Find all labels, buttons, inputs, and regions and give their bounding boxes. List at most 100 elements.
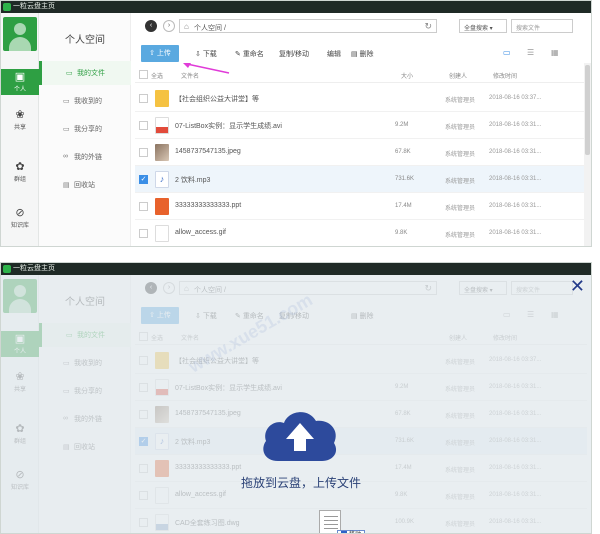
grid-view-icon[interactable]: ▦	[551, 48, 559, 57]
rail-item-knowledge[interactable]: ⊘ 知识库	[1, 205, 39, 231]
address-bar[interactable]: ⌂ 个人空间 / ↻	[179, 19, 437, 33]
list-view-icon[interactable]: ☰	[527, 48, 534, 57]
copy-move-label: 复制/移动	[279, 51, 309, 58]
monitor-icon[interactable]: ▭	[503, 48, 511, 57]
scrollbar[interactable]	[584, 63, 591, 246]
inbox-icon: ▭	[63, 98, 70, 105]
rail-label: 知识库	[10, 223, 29, 229]
table-row[interactable]: 07-ListBox实例：显示学生成绩.avi 9.2M 系统管理员 2018-08-…	[135, 112, 587, 139]
rail-label: 个人	[13, 87, 26, 93]
file-modified-time: 2018-08-16 03:31...	[489, 122, 542, 128]
delete-button[interactable]: ▤ 删除	[351, 49, 374, 59]
close-icon[interactable]: ✕	[570, 277, 585, 295]
image-file-icon	[155, 144, 169, 161]
sidebar-title: 个人空间	[65, 35, 105, 46]
sidebar-item-shared[interactable]: ▭ 我分享的	[39, 117, 131, 141]
row-checkbox[interactable]: ✓	[139, 175, 148, 184]
header-owner[interactable]: 创建人	[449, 71, 467, 80]
rename-button[interactable]: ✎ 重命名	[235, 49, 264, 59]
refresh-icon[interactable]: ↻	[424, 21, 432, 32]
table-row[interactable]: 33333333333333.ppt 17.4M 系统管理员 2018-08-16 0…	[135, 193, 587, 220]
rail-label: 群组	[13, 177, 26, 183]
edit-button[interactable]: 编辑	[327, 49, 341, 59]
search-input[interactable]: 搜索文件	[511, 19, 573, 33]
file-name[interactable]: 2 饮料.mp3	[175, 175, 210, 185]
share-out-icon: ▭	[63, 126, 70, 133]
rail-item-share[interactable]: ❀ 共享	[1, 107, 39, 133]
group-icon: ✿	[15, 161, 25, 173]
rail-item-group[interactable]: ✿ 群组	[1, 159, 39, 185]
file-owner: 系统管理员	[445, 152, 476, 158]
file-size: 9.2M	[395, 122, 409, 128]
search-scope-select[interactable]: 全盘搜索 ▾	[459, 19, 507, 33]
scrollbar-thumb[interactable]	[585, 65, 590, 155]
move-cursor-tag: 移动	[337, 530, 366, 533]
avatar[interactable]	[3, 17, 37, 51]
link-icon: ∞	[63, 153, 68, 160]
upload-label: 上传	[156, 50, 171, 57]
upload-button[interactable]: ⇧ 上传	[141, 45, 179, 62]
toolbar: ‹ › ⌂ 个人空间 / ↻ 全盘搜索 ▾ 搜索文件	[141, 18, 587, 34]
trash-icon: ▤	[63, 182, 70, 189]
cloud-upload-icon	[263, 412, 337, 461]
ppt-file-icon	[155, 198, 169, 215]
share-icon: ❀	[15, 109, 25, 121]
select-all-checkbox[interactable]	[139, 70, 148, 79]
gif-file-icon	[155, 225, 169, 242]
left-rail: ▣ 个人 ❀ 共享 ✿ 群组 ⊘ 知识库	[1, 13, 39, 246]
sidebar-item-received[interactable]: ▭ 我收到的	[39, 89, 131, 113]
back-button[interactable]: ‹	[145, 20, 157, 32]
sidebar-item-label: 我收到的	[74, 98, 102, 105]
header-select-all[interactable]: 全选	[151, 71, 163, 80]
home-icon: ⌂	[184, 22, 189, 31]
sidebar-item-label: 我分享的	[74, 126, 102, 133]
folder-icon: ▭	[66, 70, 73, 77]
sidebar-item-label: 我的文件	[77, 70, 105, 77]
file-owner: 系统管理员	[445, 125, 476, 131]
app-logo-icon	[3, 3, 11, 11]
file-name[interactable]: 07-ListBox实例：显示学生成绩.avi	[175, 121, 282, 131]
rail-label: 共享	[13, 125, 26, 131]
person-icon: ▣	[14, 71, 26, 83]
row-checkbox[interactable]	[139, 202, 148, 211]
rail-item-personal[interactable]: ▣ 个人	[1, 69, 39, 95]
table-row[interactable]: 1458737547135.jpeg 67.8K 系统管理员 2018-08-16 0…	[135, 139, 587, 166]
file-modified-time: 2018-08-16 03:31...	[489, 149, 542, 155]
sidebar-item-my-files[interactable]: ▭ 我的文件	[39, 61, 131, 85]
header-time[interactable]: 修改时间	[493, 71, 517, 80]
row-checkbox[interactable]	[139, 94, 148, 103]
file-name[interactable]: allow_access.gif	[175, 229, 226, 236]
title-bar: 一粒云盘主页	[1, 263, 591, 275]
row-checkbox[interactable]	[139, 148, 148, 157]
file-size: 67.8K	[395, 149, 411, 155]
file-size: 9.8K	[395, 230, 408, 236]
file-size: 731.6K	[395, 176, 415, 182]
drop-hint-text: 拖放到云盘，上传文件	[240, 476, 361, 490]
download-button[interactable]: ⇩ 下载	[195, 49, 217, 59]
sidebar-item-links[interactable]: ∞ 我的外链	[39, 145, 131, 169]
table-row[interactable]: ✓ ♪ 2 饮料.mp3 731.6K 系统管理员 2018-08-16 03:31...	[135, 166, 587, 193]
delete-label: 删除	[359, 51, 374, 58]
sidebar-item-trash[interactable]: ▤ 回收站	[39, 173, 131, 197]
file-name[interactable]: 33333333333333.ppt	[175, 202, 241, 209]
table-row[interactable]: 【社会组织公益大讲堂】等 系统管理员 2018-08-16 03:37...	[135, 85, 587, 112]
window-title: 一粒云盘主页	[13, 3, 55, 10]
sidebar-item-label: 我的外链	[74, 154, 102, 161]
download-label: 下载	[202, 51, 217, 58]
copy-move-button[interactable]: 复制/移动	[279, 49, 309, 59]
cloud-drive-window-drag: 一粒云盘主页 ▣ 个人 ❀ 共享 ✿ 群组 ⊘ 知识库 个人空间 ▭ 我的文件 …	[0, 262, 592, 534]
path-text: 个人空间 /	[194, 25, 226, 32]
row-checkbox[interactable]	[139, 121, 148, 130]
file-owner: 系统管理员	[445, 206, 476, 212]
cloud-drive-window: 一粒云盘主页 ▣ 个人 ❀ 共享 ✿ 群组 ⊘ 知识库 个人空间 ▭ 我的文件 …	[0, 0, 592, 247]
annotation-arrow	[183, 63, 230, 74]
file-name[interactable]: 1458737547135.jpeg	[175, 148, 241, 155]
sidebar: 个人空间 ▭ 我的文件 ▭ 我收到的 ▭ 我分享的 ∞ 我的外链 ▤ 回收站	[39, 13, 131, 246]
video-file-icon	[155, 117, 169, 134]
header-size[interactable]: 大小	[401, 71, 413, 80]
action-bar: ⇧ 上传 ⇩ 下载 ✎ 重命名 复制/移动 编辑 ▤ 删除 ▭ ☰ ▦	[139, 45, 587, 63]
row-checkbox[interactable]	[139, 229, 148, 238]
table-row[interactable]: allow_access.gif 9.8K 系统管理员 2018-08-16 03:3…	[135, 220, 587, 246]
forward-button[interactable]: ›	[163, 20, 175, 32]
file-name[interactable]: 【社会组织公益大讲堂】等	[175, 94, 259, 104]
